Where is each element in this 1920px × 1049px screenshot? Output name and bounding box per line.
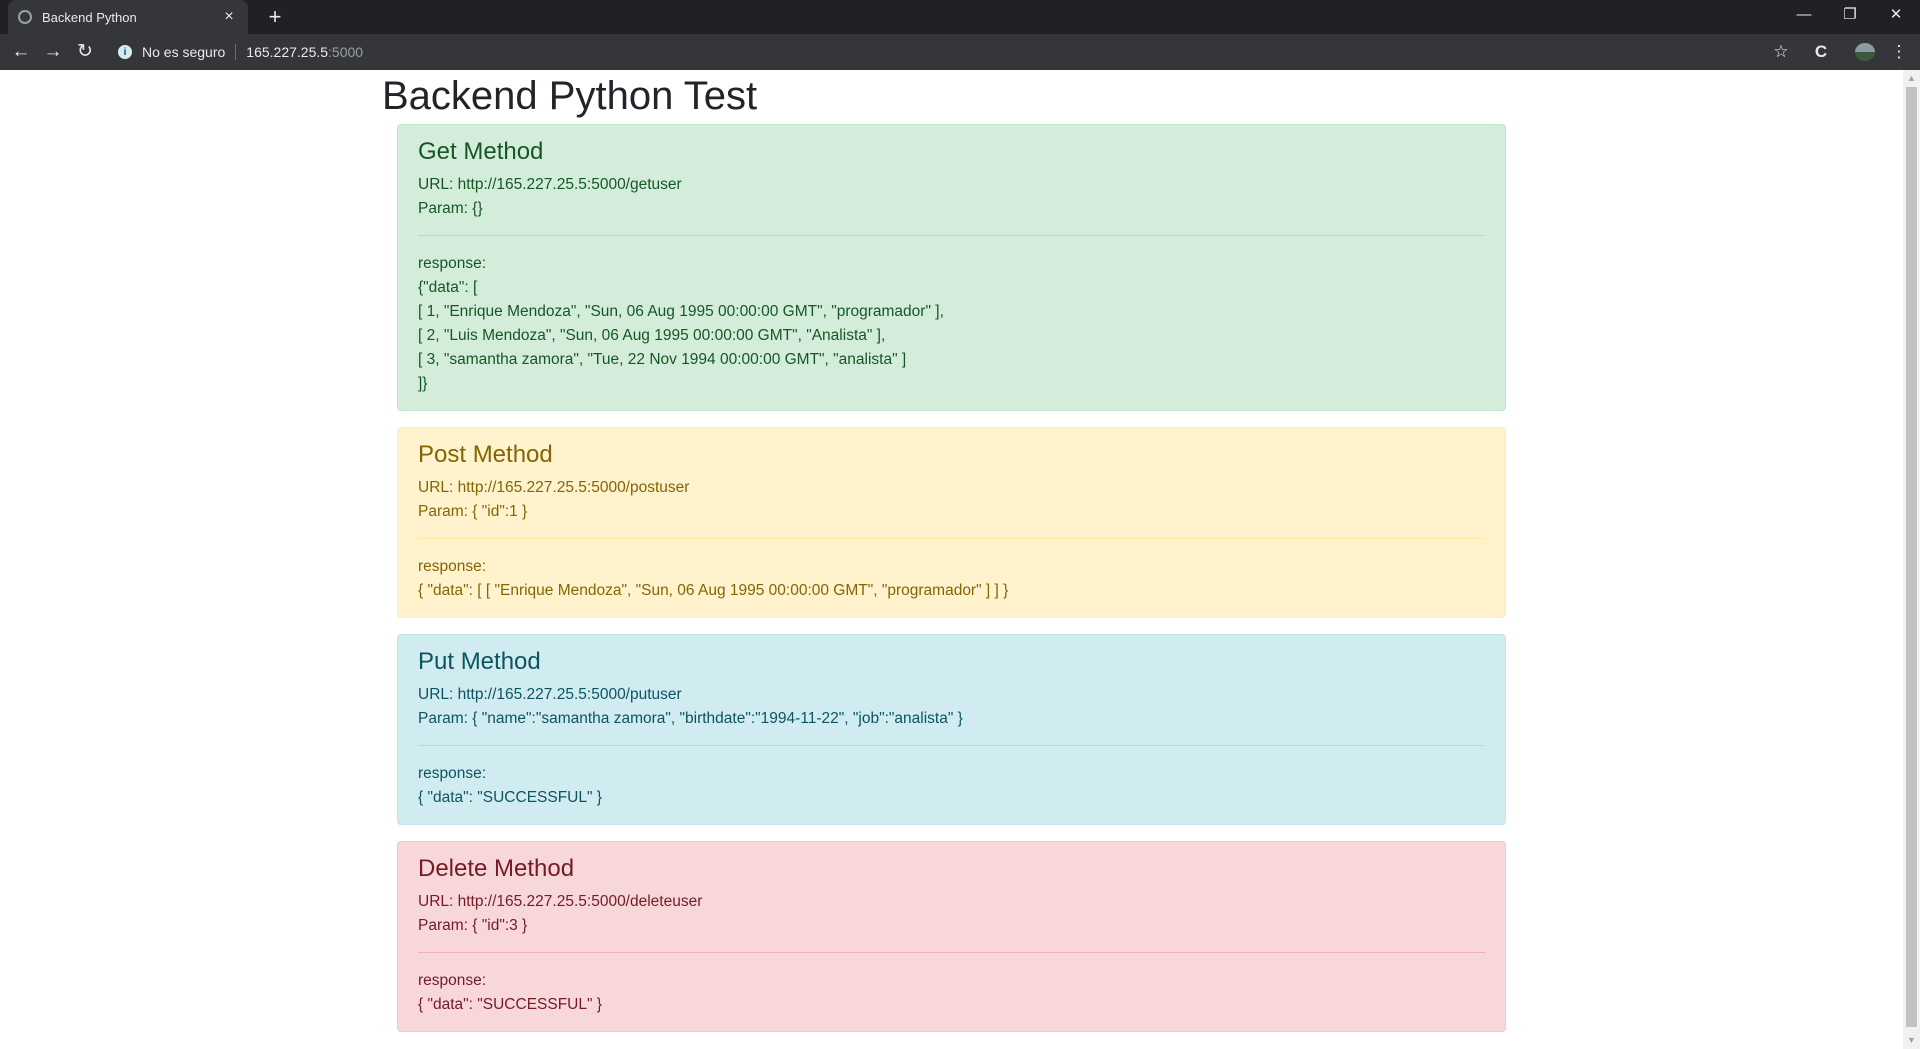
window-close-icon[interactable]: ✕ <box>1873 0 1919 32</box>
divider <box>418 952 1485 953</box>
get-method-card: Get Method URL: http://165.227.25.5:5000… <box>397 124 1506 411</box>
address-bar[interactable]: i No es seguro 165.227.25.5:5000 <box>118 38 1798 66</box>
page-title: Backend Python Test <box>382 74 758 118</box>
close-tab-icon[interactable]: × <box>220 8 238 26</box>
scroll-down-icon[interactable]: ▼ <box>1903 1032 1920 1049</box>
response-line: { "data": "SUCCESSFUL" } <box>418 789 602 806</box>
globe-icon <box>18 10 32 24</box>
address-divider <box>235 44 237 60</box>
card-param: Param: { "id":3 } <box>418 917 528 934</box>
url-port[interactable]: :5000 <box>328 44 363 60</box>
response-line: [ 2, "Luis Mendoza", "Sun, 06 Aug 1995 0… <box>418 327 886 344</box>
url-host[interactable]: 165.227.25.5 <box>246 44 328 60</box>
reload-button[interactable]: ↻ <box>71 38 99 66</box>
card-heading: Get Method <box>418 138 544 165</box>
scroll-up-icon[interactable]: ▲ <box>1903 70 1920 87</box>
response-label: response: <box>418 558 487 575</box>
card-heading: Delete Method <box>418 855 575 882</box>
response-label: response: <box>418 255 487 272</box>
response-label: response: <box>418 765 487 782</box>
divider <box>418 745 1485 746</box>
card-url: URL: http://165.227.25.5:5000/putuser <box>418 686 682 703</box>
tab-title: Backend Python <box>42 9 137 25</box>
card-heading: Post Method <box>418 441 553 468</box>
scrollbar-thumb[interactable] <box>1906 87 1917 1027</box>
security-status[interactable]: No es seguro <box>142 44 225 60</box>
browser-toolbar: ← → ↻ i No es seguro 165.227.25.5:5000 ☆… <box>0 34 1920 70</box>
response-line: [ 3, "samantha zamora", "Tue, 22 Nov 199… <box>418 351 907 368</box>
divider <box>418 235 1485 236</box>
extension-icon[interactable]: C <box>1809 40 1833 64</box>
menu-kebab-icon[interactable]: ⋮ <box>1887 40 1911 64</box>
response-line: { "data": "SUCCESSFUL" } <box>418 996 602 1013</box>
divider <box>418 538 1485 539</box>
card-param: Param: { "id":1 } <box>418 503 528 520</box>
response-line: { "data": [ [ "Enrique Mendoza", "Sun, 0… <box>418 582 1009 599</box>
response-label: response: <box>418 972 487 989</box>
post-method-card: Post Method URL: http://165.227.25.5:500… <box>397 427 1506 618</box>
restore-icon[interactable]: ❐ <box>1827 0 1873 32</box>
browser-tab-bar: Backend Python × + — ❐ ✕ <box>0 0 1920 34</box>
bookmark-star-icon[interactable]: ☆ <box>1769 40 1793 64</box>
response-line: ]} <box>418 375 428 392</box>
card-url: URL: http://165.227.25.5:5000/getuser <box>418 176 682 193</box>
card-param: Param: { "name":"samantha zamora", "birt… <box>418 710 963 727</box>
put-method-card: Put Method URL: http://165.227.25.5:5000… <box>397 634 1506 825</box>
page-scrollbar[interactable]: ▲ ▼ <box>1903 70 1920 1049</box>
minimize-icon[interactable]: — <box>1781 0 1827 32</box>
delete-method-card: Delete Method URL: http://165.227.25.5:5… <box>397 841 1506 1032</box>
response-line: {"data": [ <box>418 279 478 296</box>
new-tab-button[interactable]: + <box>262 4 288 30</box>
back-button[interactable]: ← <box>7 38 35 66</box>
browser-tab[interactable]: Backend Python × <box>8 0 248 34</box>
profile-avatar[interactable] <box>1855 43 1875 61</box>
forward-button[interactable]: → <box>39 38 67 66</box>
card-url: URL: http://165.227.25.5:5000/postuser <box>418 479 690 496</box>
page-viewport: Backend Python Test Get Method URL: http… <box>0 70 1903 1049</box>
card-param: Param: {} <box>418 200 483 217</box>
card-url: URL: http://165.227.25.5:5000/deleteuser <box>418 893 703 910</box>
card-heading: Put Method <box>418 648 541 675</box>
response-line: [ 1, "Enrique Mendoza", "Sun, 06 Aug 199… <box>418 303 944 320</box>
info-icon[interactable]: i <box>118 45 132 59</box>
